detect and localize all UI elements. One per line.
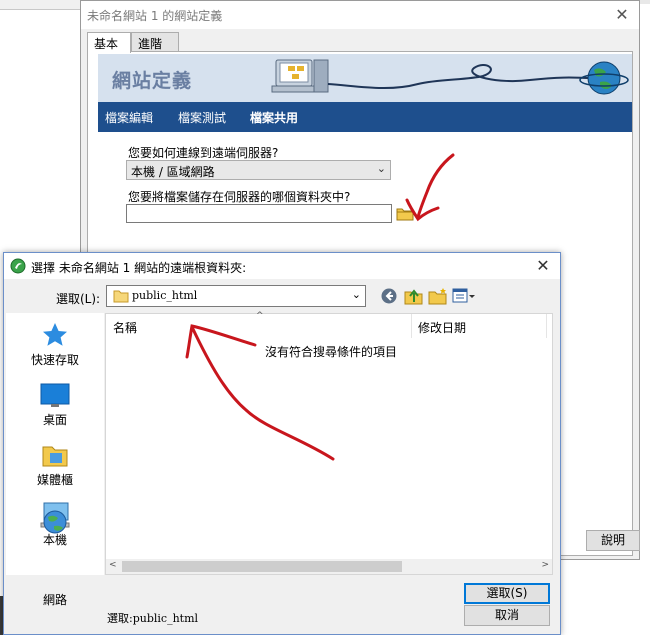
help-button[interactable]: 說明 bbox=[586, 530, 640, 551]
connect-question: 您要如何連線到遠端伺服器? bbox=[128, 146, 279, 160]
network-icon bbox=[43, 510, 67, 534]
background-window-strip bbox=[0, 0, 80, 10]
file-list[interactable]: ^ 名稱 修改日期 沒有符合搜尋條件的項目 < > bbox=[105, 311, 553, 575]
place-label: 快速存取 bbox=[30, 353, 79, 367]
dialog-close-icon[interactable]: ✕ bbox=[532, 255, 554, 277]
select-root-folder-dialog: 選擇 未命名網站 1 網站的遠端根資料夾: ✕ 選取(L): public_ht… bbox=[3, 252, 561, 635]
up-folder-icon[interactable] bbox=[404, 287, 424, 305]
close-icon[interactable]: ✕ bbox=[611, 4, 633, 26]
browse-folder-icon[interactable] bbox=[396, 206, 414, 221]
horizontal-scrollbar[interactable]: < > bbox=[106, 559, 552, 574]
chevron-down-icon: ⌄ bbox=[376, 162, 386, 175]
scroll-left-icon[interactable]: < bbox=[109, 560, 117, 570]
remote-folder-input[interactable] bbox=[126, 204, 392, 223]
chevron-down-icon: ⌄ bbox=[351, 288, 361, 301]
connection-select-value: 本機 / 區域網路 bbox=[131, 165, 215, 179]
look-in-value: public_html bbox=[132, 289, 198, 302]
place-network[interactable] bbox=[6, 510, 104, 577]
column-date-modified[interactable]: 修改日期 bbox=[418, 319, 466, 336]
places-bar: 快速存取 桌面 媒體櫃 本機 bbox=[6, 313, 104, 575]
library-icon bbox=[42, 446, 68, 467]
cancel-button[interactable]: 取消 bbox=[464, 605, 550, 626]
empty-list-message: 沒有符合搜尋條件的項目 bbox=[265, 345, 398, 359]
window-title-bar: 未命名網站 1 的網站定義 ✕ bbox=[81, 1, 639, 29]
dialog-title: 選擇 未命名網站 1 網站的遠端根資料夾: bbox=[31, 261, 247, 275]
column-divider[interactable] bbox=[411, 314, 412, 338]
column-divider[interactable] bbox=[546, 314, 547, 338]
select-button[interactable]: 選取(S) bbox=[464, 583, 550, 604]
place-libraries[interactable]: 媒體櫃 bbox=[6, 441, 104, 488]
folder-question: 您要將檔案儲存在伺服器的哪個資料夾中? bbox=[128, 190, 351, 204]
sort-ascending-icon: ^ bbox=[256, 311, 264, 321]
desktop-icon bbox=[40, 383, 70, 407]
site-banner: 網站定義 bbox=[98, 54, 632, 102]
network-illustration-icon bbox=[271, 59, 629, 95]
star-icon bbox=[43, 323, 67, 346]
place-label: 媒體櫃 bbox=[36, 473, 73, 487]
new-folder-icon[interactable] bbox=[428, 287, 448, 305]
category-navbar: 檔案編輯 檔案測試 檔案共用 bbox=[98, 102, 632, 132]
place-quick-access[interactable]: 快速存取 bbox=[6, 321, 104, 368]
place-label: 桌面 bbox=[42, 413, 67, 427]
scrollbar-thumb[interactable] bbox=[122, 561, 402, 572]
place-label: 網路 bbox=[42, 593, 67, 607]
scroll-right-icon[interactable]: > bbox=[541, 560, 549, 570]
nav-testing-files[interactable]: 檔案測試 bbox=[178, 109, 226, 126]
view-menu-icon[interactable] bbox=[452, 287, 476, 305]
selection-status: 選取:public_html bbox=[107, 612, 199, 625]
nav-sharing-files[interactable]: 檔案共用 bbox=[250, 109, 298, 126]
tab-basic[interactable]: 基本 bbox=[87, 32, 131, 53]
tab-advanced[interactable]: 進階 bbox=[131, 32, 179, 52]
banner-title: 網站定義 bbox=[112, 70, 193, 92]
back-icon[interactable] bbox=[380, 287, 400, 305]
window-title: 未命名網站 1 的網站定義 bbox=[87, 9, 223, 23]
nav-editing-files[interactable]: 檔案編輯 bbox=[105, 109, 153, 126]
folder-icon bbox=[113, 289, 129, 306]
look-in-dropdown[interactable]: public_html ⌄ bbox=[106, 285, 366, 307]
place-desktop[interactable]: 桌面 bbox=[6, 381, 104, 428]
column-header-row: ^ 名稱 修改日期 bbox=[106, 311, 552, 338]
connection-select[interactable]: 本機 / 區域網路 ⌄ bbox=[126, 160, 391, 180]
column-name[interactable]: 名稱 bbox=[113, 319, 137, 336]
look-in-label: 選取(L): bbox=[56, 292, 101, 306]
dialog-title-bar: 選擇 未命名網站 1 網站的遠端根資料夾: ✕ bbox=[4, 253, 560, 279]
dreamweaver-app-icon bbox=[10, 258, 26, 277]
